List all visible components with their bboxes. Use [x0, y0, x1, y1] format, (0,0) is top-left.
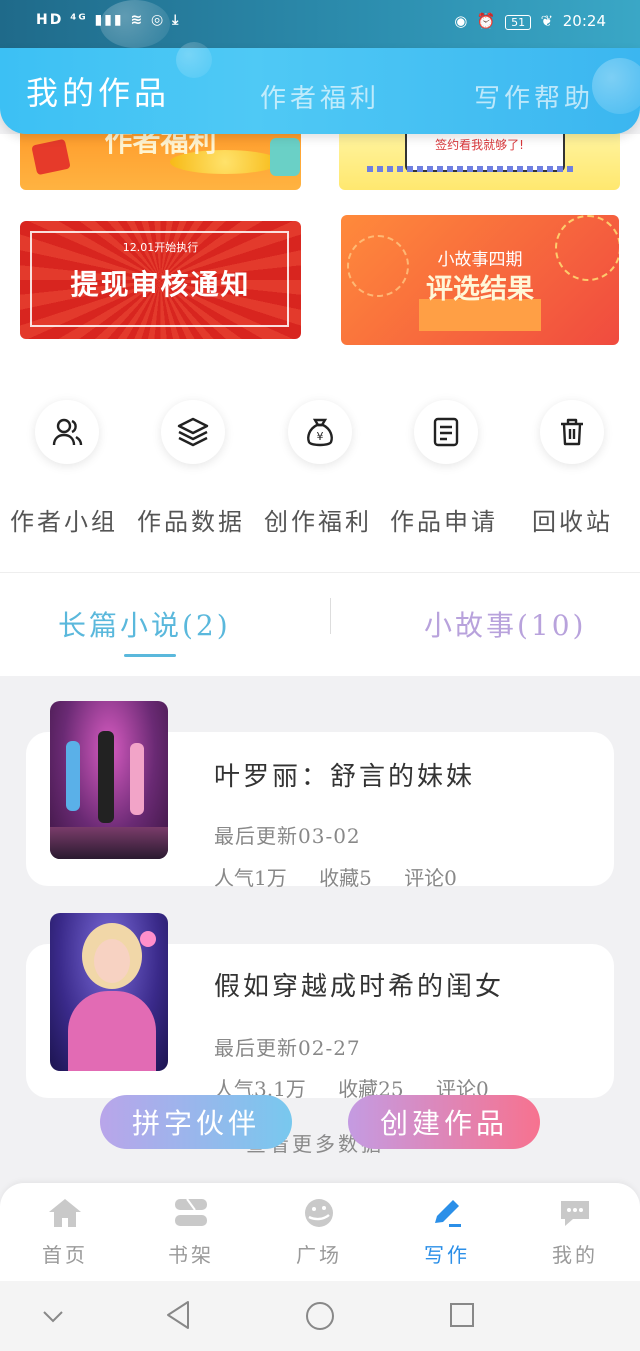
battery-icon: 51	[505, 15, 532, 30]
money-bag-icon: ¥	[307, 418, 333, 447]
author-group-label: 作者小组	[10, 508, 118, 536]
work-data-button[interactable]	[161, 400, 225, 464]
content-area: 作者福利 签约看我就够了! 12.01开始执行 提现审核通知 小故事四期 评选结…	[0, 124, 640, 676]
banner-subtext: 12.01开始执行	[122, 241, 199, 254]
recent-apps-icon[interactable]	[448, 1301, 476, 1329]
users-icon	[52, 418, 83, 446]
figure	[66, 741, 80, 811]
alarm-icon: ⏰	[476, 12, 496, 30]
decor-bubble	[592, 58, 640, 114]
leaf-icon: ❦	[540, 12, 554, 30]
floor	[50, 827, 168, 859]
nav-home[interactable]: 首页	[20, 1197, 110, 1268]
home-icon	[49, 1199, 81, 1227]
layers-icon	[177, 417, 209, 447]
figure	[98, 731, 114, 823]
recycle-bin-button[interactable]	[540, 400, 604, 464]
banner-withdraw-notice[interactable]: 12.01开始执行 提现审核通知	[20, 221, 301, 339]
work-title[interactable]: 叶罗丽：舒言的妹妹	[214, 756, 475, 793]
chevron-down-icon[interactable]	[40, 1303, 66, 1329]
status-bar: HD ⁴ᴳ ▮▮▮ ≋ ◎ ⤓ ◉ ⏰ 51 ❦ 20:24	[0, 0, 640, 48]
tab-my-works[interactable]: 我的作品	[26, 68, 170, 114]
create-work-button[interactable]: 创建作品	[348, 1095, 540, 1149]
work-last-updated: 最后更新02-27	[214, 1036, 361, 1060]
nav-home-label: 首页	[42, 1243, 88, 1267]
tab-active-indicator	[124, 654, 176, 657]
decor-bubble	[176, 42, 212, 78]
flower	[140, 931, 156, 947]
tab-writing-help[interactable]: 写作帮助	[474, 78, 594, 115]
work-last-updated: 最后更新03-02	[214, 824, 361, 848]
planet-icon	[305, 1199, 333, 1227]
nav-bookshelf-label: 书架	[168, 1243, 214, 1267]
recycle-bin-label: 回收站	[532, 508, 613, 536]
document-icon	[433, 417, 459, 447]
partner-button[interactable]: 拼字伙伴	[100, 1095, 292, 1149]
creation-welfare-label: 创作福利	[264, 508, 372, 536]
face	[94, 939, 130, 983]
decor-dashes	[367, 166, 577, 172]
system-nav-bar	[0, 1281, 640, 1351]
banner-text: 提现审核通知	[70, 268, 251, 301]
chat-bubble-icon	[561, 1201, 589, 1226]
work-stats: 人气1万 收藏5 评论0	[214, 862, 483, 891]
creation-welfare-button[interactable]: ¥	[288, 400, 352, 464]
banner-story-results[interactable]: 小故事四期 评选结果	[341, 215, 619, 345]
work-application-label: 作品申请	[390, 508, 498, 536]
figure	[130, 743, 144, 815]
tab-long-novel[interactable]: 长篇小说(2)	[58, 604, 231, 644]
top-header: 我的作品 作者福利 写作帮助	[0, 42, 640, 134]
bookshelf-icon	[175, 1198, 207, 1226]
work-title[interactable]: 假如穿越成时希的闺女	[214, 966, 504, 1003]
eye-icon: ◉	[454, 12, 468, 30]
nav-mine[interactable]: 我的	[530, 1197, 620, 1268]
home-circle-icon[interactable]	[304, 1300, 336, 1332]
nav-write[interactable]: 写作	[402, 1197, 492, 1268]
status-icons-right: ◉ ⏰ 51 ❦ 20:24	[454, 12, 606, 30]
divider	[0, 572, 640, 573]
tab-short-story[interactable]: 小故事(10)	[424, 604, 586, 644]
banner-text: 评选结果	[426, 274, 534, 305]
work-application-button[interactable]	[414, 400, 478, 464]
work-comments: 评论0	[404, 866, 457, 890]
pen-icon	[435, 1200, 461, 1227]
nav-write-label: 写作	[424, 1243, 470, 1267]
tab-divider	[330, 598, 331, 634]
dress	[68, 991, 156, 1071]
nav-bookshelf[interactable]: 书架	[146, 1197, 236, 1268]
nav-plaza-label: 广场	[296, 1243, 342, 1267]
work-popularity: 人气1万	[214, 866, 287, 890]
work-favorites: 收藏5	[319, 866, 372, 890]
work-cover-image[interactable]	[50, 913, 168, 1071]
trash-icon	[561, 418, 583, 446]
svg-text:¥: ¥	[317, 430, 324, 443]
nav-mine-label: 我的	[552, 1243, 598, 1267]
tab-author-welfare[interactable]: 作者福利	[260, 78, 380, 115]
author-group-button[interactable]	[35, 400, 99, 464]
work-cover-image[interactable]	[50, 701, 168, 859]
clock-time: 20:24	[562, 12, 606, 30]
banner-text: 签约看我就够了!	[435, 138, 524, 152]
decor-bubble	[100, 0, 170, 48]
work-data-label: 作品数据	[137, 508, 245, 536]
nav-plaza[interactable]: 广场	[274, 1197, 364, 1268]
bottom-nav: 首页 书架 广场 写作 我的	[0, 1183, 640, 1281]
back-icon[interactable]	[164, 1299, 192, 1331]
